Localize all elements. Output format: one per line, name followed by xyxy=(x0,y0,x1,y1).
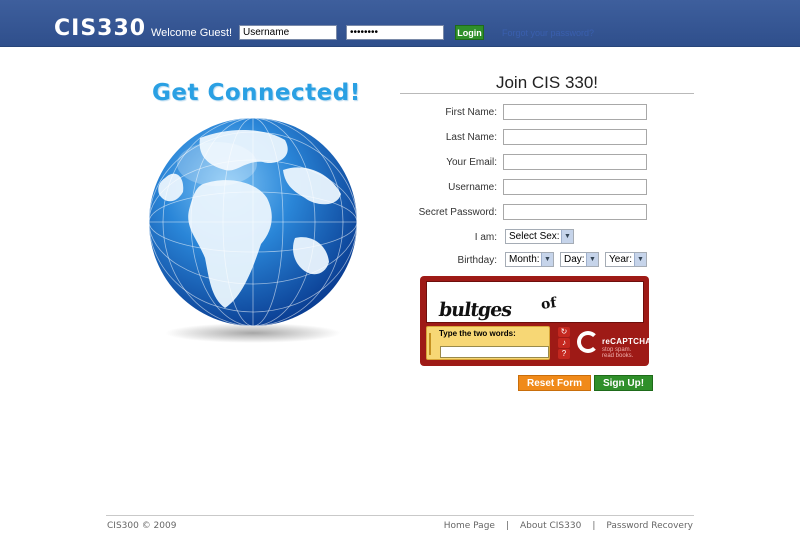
email-field[interactable] xyxy=(503,154,647,170)
site-logo[interactable]: CIS330 xyxy=(54,18,146,40)
username-label: Username: xyxy=(448,182,497,193)
recaptcha-widget: bultges of Type the two words: ↻ ♪ ? reC… xyxy=(420,276,659,366)
footer-links: Home Page | About CIS330 | Password Reco… xyxy=(444,521,693,531)
captcha-response-box: Type the two words: xyxy=(426,326,550,360)
footer-separator: | xyxy=(592,521,596,531)
captcha-image: bultges of xyxy=(426,281,644,323)
day-select-value: Day: xyxy=(564,254,585,265)
recaptcha-tagline: stop spam. read books. xyxy=(602,347,633,359)
sex-select[interactable]: Select Sex: ▼ xyxy=(505,229,574,244)
sex-label: I am: xyxy=(474,232,497,243)
last-name-label: Last Name: xyxy=(445,132,497,143)
forgot-password-link[interactable]: Forgot your password? xyxy=(502,28,594,38)
year-select-value: Year: xyxy=(609,254,632,265)
join-form-title: Join CIS 330! xyxy=(495,73,599,92)
refresh-icon[interactable]: ↻ xyxy=(558,327,570,337)
recaptcha-ring-icon xyxy=(577,331,599,353)
sign-up-button[interactable]: Sign Up! xyxy=(594,375,653,391)
get-connected-headline: Get Connected! xyxy=(152,80,361,106)
pen-icon xyxy=(429,333,435,355)
first-name-field[interactable] xyxy=(503,104,647,120)
chevron-down-icon: ▼ xyxy=(541,253,553,266)
reset-form-button[interactable]: Reset Form xyxy=(518,375,591,391)
captcha-word-2: of xyxy=(539,295,558,313)
month-select-value: Month: xyxy=(509,254,540,265)
header-password-input[interactable] xyxy=(346,25,444,40)
username-field[interactable] xyxy=(503,179,647,195)
captcha-response-input[interactable] xyxy=(440,346,549,358)
footer-link-home[interactable]: Home Page xyxy=(444,521,495,531)
first-name-label: First Name: xyxy=(445,107,497,118)
help-icon[interactable]: ? xyxy=(558,349,570,359)
audio-icon[interactable]: ♪ xyxy=(558,338,570,348)
year-select[interactable]: Year: ▼ xyxy=(605,252,647,267)
header-username-input[interactable] xyxy=(239,25,337,40)
captcha-word-1: bultges xyxy=(437,299,513,321)
globe-image xyxy=(149,118,357,343)
captcha-controls: ↻ ♪ ? xyxy=(555,326,573,360)
chevron-down-icon: ▼ xyxy=(634,253,646,266)
last-name-field[interactable] xyxy=(503,129,647,145)
login-button[interactable]: Login xyxy=(455,25,484,40)
day-select[interactable]: Day: ▼ xyxy=(560,252,599,267)
footer-separator: | xyxy=(505,521,509,531)
password-label: Secret Password: xyxy=(418,207,497,218)
chevron-down-icon: ▼ xyxy=(586,253,598,266)
footer-link-about[interactable]: About CIS330 xyxy=(520,521,581,531)
welcome-text: Welcome Guest! xyxy=(151,27,233,39)
recaptcha-brand: reCAPTCHA™ xyxy=(602,337,660,346)
footer-link-password-recovery[interactable]: Password Recovery xyxy=(606,521,693,531)
captcha-prompt: Type the two words: xyxy=(439,329,516,338)
copyright-text: CIS300 © 2009 xyxy=(107,521,177,531)
birthday-label: Birthday: xyxy=(457,255,497,266)
sex-select-value: Select Sex: xyxy=(509,231,560,242)
password-field[interactable] xyxy=(503,204,647,220)
email-label: Your Email: xyxy=(446,157,497,168)
top-nav-bar: CIS330 Welcome Guest! Login Forgot your … xyxy=(0,0,800,47)
title-divider xyxy=(400,93,694,94)
footer-divider xyxy=(106,515,694,516)
chevron-down-icon: ▼ xyxy=(561,230,573,243)
recaptcha-logo: reCAPTCHA™ stop spam. read books. xyxy=(577,331,659,363)
recaptcha-tagline-2: read books. xyxy=(602,353,634,359)
month-select[interactable]: Month: ▼ xyxy=(505,252,554,267)
